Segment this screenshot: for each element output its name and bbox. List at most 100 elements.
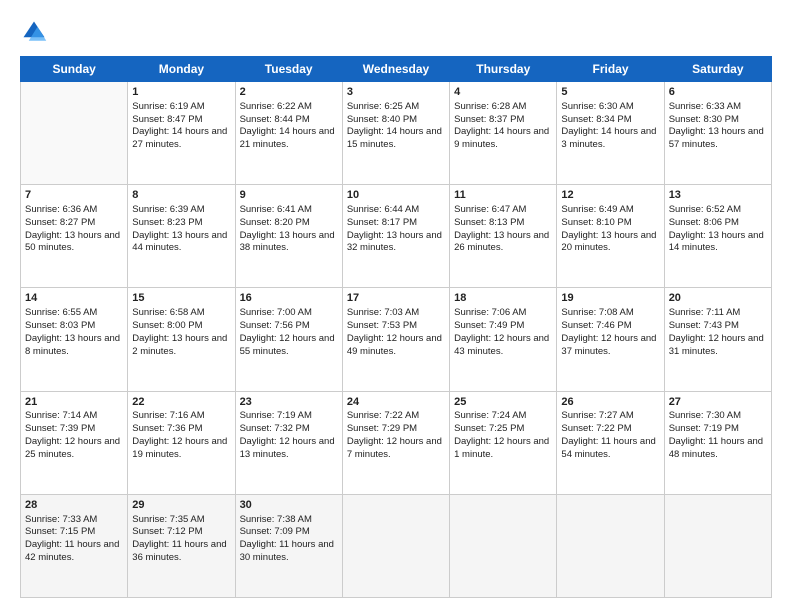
day-number: 2 bbox=[240, 85, 338, 100]
sunset-info: Sunset: 8:40 PM bbox=[347, 114, 445, 127]
day-number: 22 bbox=[132, 395, 230, 410]
daylight-info: Daylight: 12 hours and 55 minutes. bbox=[240, 333, 338, 359]
sunset-info: Sunset: 8:06 PM bbox=[669, 217, 767, 230]
calendar-cell: 1Sunrise: 6:19 AMSunset: 8:47 PMDaylight… bbox=[128, 82, 235, 185]
calendar-cell: 16Sunrise: 7:00 AMSunset: 7:56 PMDayligh… bbox=[235, 288, 342, 391]
sunset-info: Sunset: 7:49 PM bbox=[454, 320, 552, 333]
daylight-info: Daylight: 12 hours and 49 minutes. bbox=[347, 333, 445, 359]
weekday-row: SundayMondayTuesdayWednesdayThursdayFrid… bbox=[21, 57, 772, 82]
day-number: 29 bbox=[132, 498, 230, 513]
weekday-header: Monday bbox=[128, 57, 235, 82]
sunset-info: Sunset: 8:37 PM bbox=[454, 114, 552, 127]
daylight-info: Daylight: 11 hours and 42 minutes. bbox=[25, 539, 123, 565]
sunrise-info: Sunrise: 7:14 AM bbox=[25, 410, 123, 423]
sunrise-info: Sunrise: 6:39 AM bbox=[132, 204, 230, 217]
sunrise-info: Sunrise: 7:00 AM bbox=[240, 307, 338, 320]
sunset-info: Sunset: 8:03 PM bbox=[25, 320, 123, 333]
daylight-info: Daylight: 11 hours and 48 minutes. bbox=[669, 436, 767, 462]
sunset-info: Sunset: 7:53 PM bbox=[347, 320, 445, 333]
sunset-info: Sunset: 7:56 PM bbox=[240, 320, 338, 333]
daylight-info: Daylight: 12 hours and 25 minutes. bbox=[25, 436, 123, 462]
sunrise-info: Sunrise: 6:58 AM bbox=[132, 307, 230, 320]
daylight-info: Daylight: 13 hours and 32 minutes. bbox=[347, 230, 445, 256]
calendar-cell: 12Sunrise: 6:49 AMSunset: 8:10 PMDayligh… bbox=[557, 185, 664, 288]
day-number: 6 bbox=[669, 85, 767, 100]
day-number: 27 bbox=[669, 395, 767, 410]
sunrise-info: Sunrise: 7:30 AM bbox=[669, 410, 767, 423]
day-number: 10 bbox=[347, 188, 445, 203]
calendar-cell: 13Sunrise: 6:52 AMSunset: 8:06 PMDayligh… bbox=[664, 185, 771, 288]
sunrise-info: Sunrise: 6:19 AM bbox=[132, 101, 230, 114]
day-number: 11 bbox=[454, 188, 552, 203]
sunset-info: Sunset: 8:44 PM bbox=[240, 114, 338, 127]
daylight-info: Daylight: 13 hours and 50 minutes. bbox=[25, 230, 123, 256]
day-number: 3 bbox=[347, 85, 445, 100]
day-number: 17 bbox=[347, 291, 445, 306]
day-number: 16 bbox=[240, 291, 338, 306]
daylight-info: Daylight: 14 hours and 3 minutes. bbox=[561, 126, 659, 152]
daylight-info: Daylight: 13 hours and 2 minutes. bbox=[132, 333, 230, 359]
day-number: 15 bbox=[132, 291, 230, 306]
sunset-info: Sunset: 8:10 PM bbox=[561, 217, 659, 230]
sunset-info: Sunset: 8:13 PM bbox=[454, 217, 552, 230]
day-number: 7 bbox=[25, 188, 123, 203]
day-number: 30 bbox=[240, 498, 338, 513]
weekday-header: Wednesday bbox=[342, 57, 449, 82]
sunrise-info: Sunrise: 6:44 AM bbox=[347, 204, 445, 217]
day-number: 21 bbox=[25, 395, 123, 410]
calendar-cell: 10Sunrise: 6:44 AMSunset: 8:17 PMDayligh… bbox=[342, 185, 449, 288]
calendar-cell: 25Sunrise: 7:24 AMSunset: 7:25 PMDayligh… bbox=[450, 391, 557, 494]
sunset-info: Sunset: 8:17 PM bbox=[347, 217, 445, 230]
sunrise-info: Sunrise: 6:30 AM bbox=[561, 101, 659, 114]
daylight-info: Daylight: 11 hours and 36 minutes. bbox=[132, 539, 230, 565]
daylight-info: Daylight: 13 hours and 14 minutes. bbox=[669, 230, 767, 256]
daylight-info: Daylight: 14 hours and 15 minutes. bbox=[347, 126, 445, 152]
sunset-info: Sunset: 8:20 PM bbox=[240, 217, 338, 230]
calendar-cell: 19Sunrise: 7:08 AMSunset: 7:46 PMDayligh… bbox=[557, 288, 664, 391]
day-number: 4 bbox=[454, 85, 552, 100]
day-number: 12 bbox=[561, 188, 659, 203]
daylight-info: Daylight: 13 hours and 20 minutes. bbox=[561, 230, 659, 256]
sunrise-info: Sunrise: 7:27 AM bbox=[561, 410, 659, 423]
sunrise-info: Sunrise: 7:16 AM bbox=[132, 410, 230, 423]
day-number: 24 bbox=[347, 395, 445, 410]
calendar-cell: 24Sunrise: 7:22 AMSunset: 7:29 PMDayligh… bbox=[342, 391, 449, 494]
calendar-header: SundayMondayTuesdayWednesdayThursdayFrid… bbox=[21, 57, 772, 82]
calendar-table: SundayMondayTuesdayWednesdayThursdayFrid… bbox=[20, 56, 772, 598]
daylight-info: Daylight: 13 hours and 57 minutes. bbox=[669, 126, 767, 152]
sunrise-info: Sunrise: 6:36 AM bbox=[25, 204, 123, 217]
sunset-info: Sunset: 7:22 PM bbox=[561, 423, 659, 436]
day-number: 13 bbox=[669, 188, 767, 203]
sunrise-info: Sunrise: 7:11 AM bbox=[669, 307, 767, 320]
sunrise-info: Sunrise: 7:22 AM bbox=[347, 410, 445, 423]
calendar-cell bbox=[342, 494, 449, 597]
calendar-cell bbox=[21, 82, 128, 185]
calendar-row: 28Sunrise: 7:33 AMSunset: 7:15 PMDayligh… bbox=[21, 494, 772, 597]
day-number: 28 bbox=[25, 498, 123, 513]
calendar-cell: 4Sunrise: 6:28 AMSunset: 8:37 PMDaylight… bbox=[450, 82, 557, 185]
sunrise-info: Sunrise: 6:22 AM bbox=[240, 101, 338, 114]
daylight-info: Daylight: 12 hours and 1 minute. bbox=[454, 436, 552, 462]
sunrise-info: Sunrise: 6:25 AM bbox=[347, 101, 445, 114]
calendar-cell: 14Sunrise: 6:55 AMSunset: 8:03 PMDayligh… bbox=[21, 288, 128, 391]
day-number: 18 bbox=[454, 291, 552, 306]
calendar-cell: 21Sunrise: 7:14 AMSunset: 7:39 PMDayligh… bbox=[21, 391, 128, 494]
calendar-cell bbox=[450, 494, 557, 597]
sunrise-info: Sunrise: 6:33 AM bbox=[669, 101, 767, 114]
calendar-row: 7Sunrise: 6:36 AMSunset: 8:27 PMDaylight… bbox=[21, 185, 772, 288]
sunset-info: Sunset: 8:00 PM bbox=[132, 320, 230, 333]
day-number: 25 bbox=[454, 395, 552, 410]
calendar-cell: 27Sunrise: 7:30 AMSunset: 7:19 PMDayligh… bbox=[664, 391, 771, 494]
daylight-info: Daylight: 14 hours and 21 minutes. bbox=[240, 126, 338, 152]
sunrise-info: Sunrise: 6:49 AM bbox=[561, 204, 659, 217]
daylight-info: Daylight: 11 hours and 30 minutes. bbox=[240, 539, 338, 565]
daylight-info: Daylight: 12 hours and 31 minutes. bbox=[669, 333, 767, 359]
sunset-info: Sunset: 7:29 PM bbox=[347, 423, 445, 436]
sunrise-info: Sunrise: 7:19 AM bbox=[240, 410, 338, 423]
sunrise-info: Sunrise: 7:03 AM bbox=[347, 307, 445, 320]
calendar-cell: 15Sunrise: 6:58 AMSunset: 8:00 PMDayligh… bbox=[128, 288, 235, 391]
calendar-row: 1Sunrise: 6:19 AMSunset: 8:47 PMDaylight… bbox=[21, 82, 772, 185]
sunset-info: Sunset: 7:46 PM bbox=[561, 320, 659, 333]
daylight-info: Daylight: 12 hours and 37 minutes. bbox=[561, 333, 659, 359]
daylight-info: Daylight: 12 hours and 43 minutes. bbox=[454, 333, 552, 359]
